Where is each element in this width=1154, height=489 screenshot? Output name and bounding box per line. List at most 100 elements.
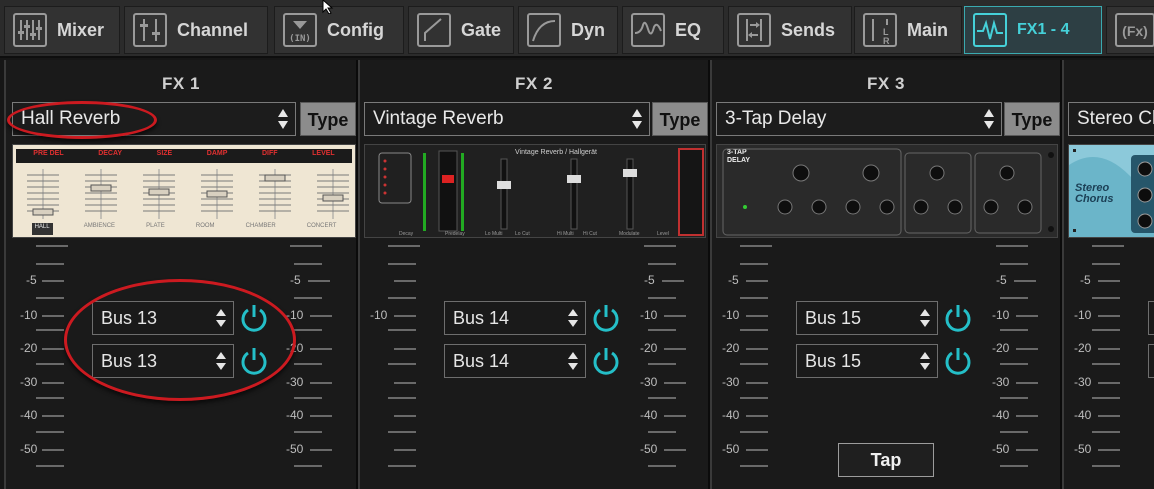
fx2-title: FX 2 (515, 74, 553, 93)
scale-label: -20 (992, 341, 1010, 355)
fx-more-icon-text: (Fx) (1122, 23, 1148, 39)
faceplate-knobs (722, 148, 1054, 236)
fx1-bus-b-select[interactable]: Bus 13 (92, 344, 234, 378)
scale-label: -40 (722, 408, 740, 422)
fx1-bus-b-power-icon[interactable] (239, 346, 269, 376)
tab-label: EQ (675, 19, 702, 40)
faceplate-button: CHAMBER (245, 223, 276, 229)
fx2-vintage-reverb-faceplate[interactable]: Vintage Reverb / Hallgerät Decay Predelay… (364, 144, 706, 238)
scale-label: -20 (722, 341, 740, 355)
faceplate-title: Stereo Chorus (1075, 182, 1114, 205)
fx1-bus-a-power-icon[interactable] (239, 303, 269, 333)
scale-label: -40 (20, 408, 38, 422)
fx3-bus-b-select[interactable]: Bus 15 (796, 344, 938, 378)
mouse-cursor-icon (322, 0, 334, 14)
scale-label: -5 (996, 273, 1007, 287)
fx3-3tap-delay-faceplate[interactable]: 3-TAP DELAY (716, 144, 1058, 238)
scale-label: -50 (992, 442, 1010, 456)
updown-arrows-icon (920, 309, 930, 327)
fx4-effect-select[interactable]: Stereo Ch (1068, 102, 1154, 136)
fx3-type-button[interactable]: Type (1004, 102, 1060, 136)
scale-label: -5 (644, 273, 655, 287)
faceplate-button: HALL (31, 223, 53, 235)
faceplate-button: AMBIENCE (83, 223, 116, 229)
scale-label: -20 (286, 341, 304, 355)
config-input-icon: (IN) (283, 13, 317, 47)
scale-label: -50 (722, 442, 740, 456)
fx2-panel: FX 2 Vintage Reverb Type Vintage Reverb … (358, 60, 710, 489)
scale-label: -10 (286, 308, 304, 322)
tab-label: Gate (461, 19, 502, 40)
svg-text:Lo Multi: Lo Multi (485, 231, 503, 237)
scale-label: -30 (286, 375, 304, 389)
fx1-bus-a-select[interactable]: Bus 13 (92, 301, 234, 335)
fx-wave-icon (973, 13, 1007, 47)
svg-text:Hi Multi: Hi Multi (557, 231, 574, 237)
tab-dyn[interactable]: Dyn (518, 6, 618, 54)
fx2-bus-b-select[interactable]: Bus 14 (444, 344, 586, 378)
tab-mixer[interactable]: Mixer (4, 6, 120, 54)
fx1-effect-select[interactable]: Hall Reverb (12, 102, 296, 136)
scale-label: -10 (992, 308, 1010, 322)
fx1-panel: FX 1 Hall Reverb Type PRE DEL DECAY SIZE… (4, 60, 358, 489)
scale-label: -40 (1074, 408, 1092, 422)
fx3-bus-a-power-icon[interactable] (943, 303, 973, 333)
fx3-bus-a-select[interactable]: Bus 15 (796, 301, 938, 335)
eq-curve-icon (631, 13, 665, 47)
scale-label: -5 (728, 273, 739, 287)
bus-value: Bus 13 (101, 351, 158, 371)
fx1-type-button[interactable]: Type (300, 102, 356, 136)
updown-arrows-icon (568, 309, 578, 327)
fx2-left-scale: -10 (364, 245, 424, 475)
fx1-hall-reverb-faceplate[interactable]: PRE DEL DECAY SIZE DAMP DIFF LEVEL HALL … (12, 144, 356, 238)
fx4-stereo-chorus-faceplate[interactable]: Stereo Chorus (1068, 144, 1154, 238)
tab-config[interactable]: (IN) Config (274, 6, 404, 54)
tab-sends[interactable]: Sends (728, 6, 852, 54)
updown-arrows-icon (568, 352, 578, 370)
tab-bar: Mixer Channel (IN) Config Gate Dyn EQ Se… (0, 0, 1154, 58)
scale-label: -40 (992, 408, 1010, 422)
scale-label: -30 (722, 375, 740, 389)
fx3-title: FX 3 (867, 74, 905, 93)
fx3-bus-b-power-icon[interactable] (943, 346, 973, 376)
scale-label: -30 (20, 375, 38, 389)
scale-label: -10 (20, 308, 38, 322)
tab-main[interactable]: LR Main (854, 6, 962, 54)
tab-eq[interactable]: EQ (622, 6, 724, 54)
tab-label: Mixer (57, 19, 105, 40)
tab-channel[interactable]: Channel (124, 6, 268, 54)
fx2-effect-select[interactable]: Vintage Reverb (364, 102, 650, 136)
fx4-bus-b-select-edge[interactable] (1148, 344, 1154, 378)
tab-fx-more[interactable]: (Fx) (1106, 6, 1154, 54)
scale-label: -50 (20, 442, 38, 456)
fx1-right-scale: -5 -10 -20 -30 -40 -50 (286, 245, 346, 475)
tab-gate[interactable]: Gate (408, 6, 514, 54)
scale-label: -5 (290, 273, 301, 287)
svg-text:(IN): (IN) (289, 34, 311, 44)
tab-label: Config (327, 19, 384, 40)
svg-text:Predelay: Predelay (445, 231, 465, 237)
fx2-bus-b-power-icon[interactable] (591, 346, 621, 376)
updown-arrows-icon (278, 109, 288, 129)
fx3-effect-select[interactable]: 3-Tap Delay (716, 102, 1002, 136)
sends-icon (737, 13, 771, 47)
fx2-bus-a-select[interactable]: Bus 14 (444, 301, 586, 335)
fx2-bus-a-power-icon[interactable] (591, 303, 621, 333)
fx3-left-scale: -5 -10 -20 -30 -40 -50 (716, 245, 776, 475)
fx3-effect-value: 3-Tap Delay (725, 108, 827, 129)
bus-value: Bus 13 (101, 308, 158, 328)
scale-label: -10 (1074, 308, 1092, 322)
tab-label: Sends (781, 19, 836, 40)
tab-fx1-4[interactable]: FX1 - 4 (964, 6, 1102, 54)
updown-arrows-icon (920, 352, 930, 370)
fx2-effect-value: Vintage Reverb (373, 108, 504, 129)
scale-label: -10 (640, 308, 658, 322)
main-lr-icon: LR (863, 13, 897, 47)
fx4-bus-a-select-edge[interactable] (1148, 301, 1154, 335)
fx3-tap-button[interactable]: Tap (838, 443, 934, 477)
fx2-type-button[interactable]: Type (652, 102, 708, 136)
scale-label: -30 (992, 375, 1010, 389)
updown-arrows-icon (216, 352, 226, 370)
scale-label: -5 (1080, 273, 1091, 287)
svg-text:Hi Cut: Hi Cut (583, 231, 598, 237)
